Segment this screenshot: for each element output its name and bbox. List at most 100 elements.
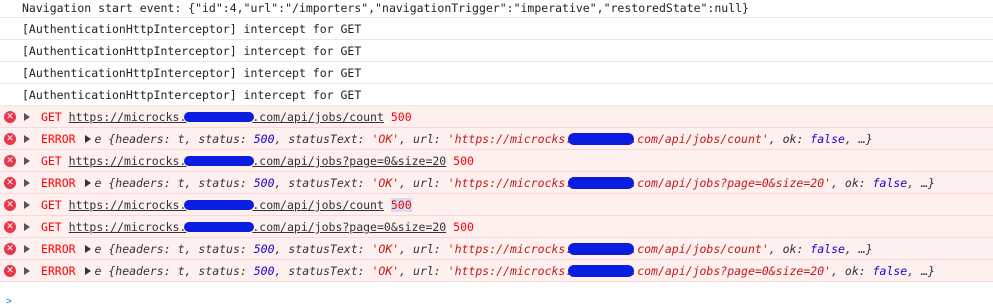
obj-ok-value: false (810, 132, 845, 146)
expand-triangle-icon[interactable] (24, 244, 30, 253)
obj-url-suffix: .com/api/jobs?page=0&size=20' (630, 264, 832, 278)
console-error-row[interactable]: ✕ ERROR e {headers: t, status: 500, stat… (0, 238, 993, 260)
obj-end: , …} (844, 242, 873, 256)
obj-url-suffix: .com/api/jobs/count' (630, 132, 769, 146)
expand-triangle-icon[interactable] (24, 200, 30, 209)
obj-ok-label: , ok: (768, 132, 811, 146)
obj-url-suffix: .com/api/jobs/count' (630, 242, 769, 256)
obj-url-label: , url: (399, 264, 448, 278)
expand-object-icon[interactable] (84, 266, 91, 275)
obj-prefix: e {headers: t, status: (94, 264, 254, 278)
obj-url-prefix: 'https://microcks. (447, 264, 573, 278)
obj-ok-value: false (810, 242, 845, 256)
obj-status-text: 'OK' (371, 264, 400, 278)
request-method: GET (40, 220, 62, 234)
url-suffix: .com/api/jobs?page=0&size=20 (252, 154, 447, 168)
console-log-row: [AuthenticationHttpInterceptor] intercep… (0, 62, 993, 84)
error-circle-icon: ✕ (4, 111, 16, 123)
obj-end: , …} (907, 264, 935, 278)
error-circle-icon: ✕ (4, 133, 16, 145)
log-message: [AuthenticationHttpInterceptor] intercep… (22, 88, 362, 102)
obj-status-text: 'OK' (371, 176, 400, 190)
expand-triangle-icon[interactable] (24, 222, 30, 231)
console-error-row[interactable]: ✕ ERROR e {headers: t, status: 500, stat… (0, 260, 993, 282)
obj-mid: , statusText: (274, 132, 372, 146)
error-label: ERROR (40, 242, 76, 256)
obj-prefix: e {headers: t, status: (94, 132, 254, 146)
obj-prefix: e {headers: t, status: (94, 176, 254, 190)
url-prefix: https://microcks. (68, 110, 187, 124)
console-log-row: [AuthenticationHttpInterceptor] intercep… (0, 40, 993, 62)
log-message: Navigation start event: {"id":4,"url":"/… (22, 1, 749, 15)
obj-ok-label: , ok: (831, 176, 873, 190)
console-error-row[interactable]: ✕ GET https://microcks. .com/api/jobs?pag… (0, 150, 993, 172)
status-code: 500 (453, 220, 474, 234)
request-method: GET (40, 154, 62, 168)
expand-triangle-icon[interactable] (24, 112, 30, 121)
obj-ok-label: , ok: (768, 242, 811, 256)
obj-status: 500 (253, 264, 275, 278)
expand-triangle-icon[interactable] (24, 266, 30, 275)
log-message: [AuthenticationHttpInterceptor] intercep… (22, 66, 362, 80)
error-label: ERROR (40, 132, 76, 146)
error-circle-icon: ✕ (4, 221, 16, 233)
error-object-preview[interactable]: e {headers: t, status: 500, statusText: … (95, 264, 935, 278)
console-error-row[interactable]: ✕ GET https://microcks. .com/api/jobs/cou… (0, 194, 993, 216)
redaction-mark (568, 176, 635, 189)
error-label: ERROR (40, 176, 76, 190)
error-object-preview[interactable]: e {headers: t, status: 500, statusText: … (95, 242, 873, 256)
obj-mid: , statusText: (274, 242, 372, 256)
redaction-mark (568, 242, 635, 255)
status-code: 500 (390, 110, 412, 124)
obj-end: , …} (844, 132, 873, 146)
error-circle-icon: ✕ (4, 265, 16, 277)
obj-status: 500 (253, 176, 275, 190)
console-error-row[interactable]: ✕ GET https://microcks. .com/api/jobs/cou… (0, 106, 993, 128)
redaction-mark (184, 111, 255, 122)
request-method: GET (40, 110, 62, 124)
error-circle-icon: ✕ (4, 199, 16, 211)
expand-object-icon[interactable] (84, 244, 91, 253)
request-url-link[interactable]: https://microcks. .com/api/jobs/count (69, 110, 384, 124)
expand-object-icon[interactable] (84, 178, 91, 187)
obj-ok-value: false (872, 176, 908, 190)
error-circle-icon: ✕ (4, 155, 16, 167)
obj-url-prefix: 'https://microcks. (447, 132, 573, 146)
redaction-mark (184, 199, 255, 210)
redaction-mark (568, 264, 635, 277)
status-code: 500 (390, 198, 412, 212)
expand-triangle-icon[interactable] (24, 156, 30, 165)
obj-end: , …} (907, 176, 935, 190)
console-error-row[interactable]: ✕ ERROR e {headers: t, status: 500, stat… (0, 128, 993, 150)
console-error-row[interactable]: ✕ GET https://microcks. .com/api/jobs?pag… (0, 216, 993, 238)
redaction-mark (184, 155, 255, 166)
expand-object-icon[interactable] (84, 134, 91, 143)
status-code: 500 (453, 154, 474, 168)
console-log-row: [AuthenticationHttpInterceptor] intercep… (0, 18, 993, 40)
obj-mid: , statusText: (274, 176, 372, 190)
expand-triangle-icon[interactable] (24, 134, 30, 143)
obj-status-text: 'OK' (371, 132, 400, 146)
error-object-preview[interactable]: e {headers: t, status: 500, statusText: … (95, 176, 935, 190)
error-object-preview[interactable]: e {headers: t, status: 500, statusText: … (95, 132, 873, 146)
console-prompt-icon[interactable]: > (6, 296, 12, 307)
console-log-row: [AuthenticationHttpInterceptor] intercep… (0, 84, 993, 106)
obj-url-prefix: 'https://microcks. (447, 176, 573, 190)
request-url-link[interactable]: https://microcks. .com/api/jobs?page=0&si… (69, 220, 447, 234)
error-circle-icon: ✕ (4, 177, 16, 189)
url-suffix: .com/api/jobs/count (252, 198, 384, 212)
obj-mid: , statusText: (274, 264, 372, 278)
obj-url-label: , url: (399, 242, 448, 256)
request-url-link[interactable]: https://microcks. .com/api/jobs?page=0&si… (69, 154, 447, 168)
obj-status-text: 'OK' (371, 242, 400, 256)
expand-triangle-icon[interactable] (24, 178, 30, 187)
obj-url-prefix: 'https://microcks. (447, 242, 573, 256)
obj-url-suffix: .com/api/jobs?page=0&size=20' (630, 176, 832, 190)
request-method: GET (40, 198, 62, 212)
error-label: ERROR (40, 264, 76, 278)
url-suffix: .com/api/jobs?page=0&size=20 (252, 220, 447, 234)
request-url-link[interactable]: https://microcks. .com/api/jobs/count (69, 198, 384, 212)
console-error-row[interactable]: ✕ ERROR e {headers: t, status: 500, stat… (0, 172, 993, 194)
console-log-row: Navigation start event: {"id":4,"url":"/… (0, 0, 993, 18)
url-prefix: https://microcks. (68, 154, 187, 168)
